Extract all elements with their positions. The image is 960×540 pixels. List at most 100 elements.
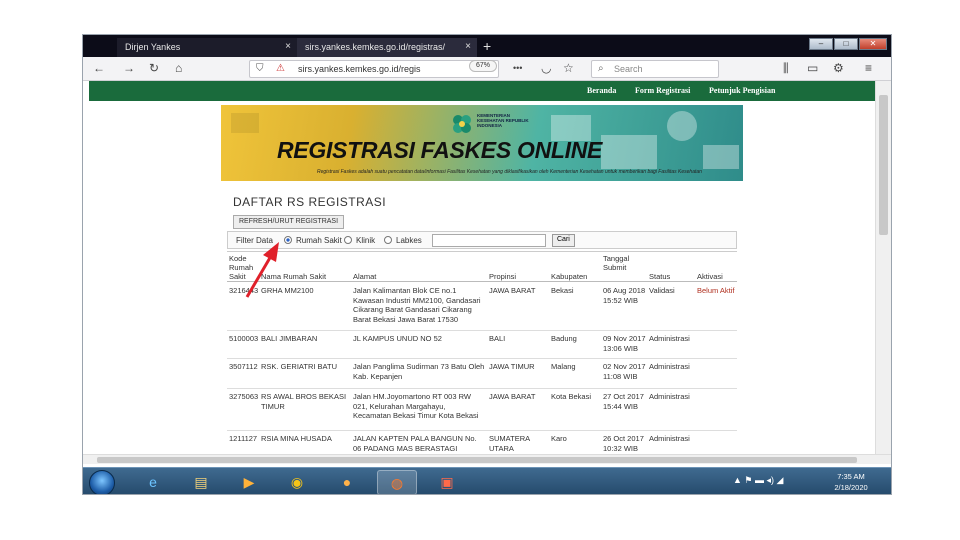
reader-icon[interactable]: ▭ [807,61,818,75]
table-row: 3216443 GRHA MM2100 Jalan Kalimantan Blok … [227,283,737,331]
table-cell-kode: 5100003 [229,334,259,343]
new-tab-button[interactable]: + [483,38,491,54]
table-cell-kode: 3275063 [229,392,259,401]
refresh-sort-button[interactable]: REFRESH/URUT REGISTRASI [233,215,345,229]
star-icon[interactable]: ☆ [563,61,574,75]
table-cell-kabupaten: Karo [551,434,567,443]
vertical-scrollbar[interactable] [875,81,891,454]
table-cell-alamat: JL KAMPUS UNUD NO 52 [353,334,442,343]
windows-start-icon[interactable] [89,470,115,494]
web-page: Beranda Form Registrasi Petunjuk Pengisi… [83,81,875,454]
nav-beranda[interactable]: Beranda [587,86,616,95]
chrome-icon[interactable]: ◉ [277,470,317,494]
horizontal-scrollbar[interactable] [83,454,891,464]
filter-search-input[interactable] [432,234,546,247]
search-placeholder: Search [614,64,643,74]
ie-icon[interactable]: e [133,470,173,494]
table-cell-propinsi: JAWA BARAT [489,286,536,295]
table-cell-tanggal: 27 Oct 2017 15:44 WIB [603,392,644,411]
table-cell-kabupaten: Badung [551,334,577,343]
url-text: sirs.yankes.kemkes.go.id/regis [298,64,421,74]
tab-dirjen-yankes[interactable]: Dirjen Yankes × [117,38,297,57]
forward-icon[interactable]: → [123,61,135,75]
menu-icon[interactable]: ≡ [865,61,872,75]
site-navigation: Beranda Form Registrasi Petunjuk Pengisi… [89,81,875,101]
table-cell-nama: RSIA MINA HUSADA [261,434,332,443]
table-cell-status: Administrasi [649,392,690,401]
vertical-scroll-thumb[interactable] [879,95,888,235]
table-cell-alamat: Jalan HM.Joyomartono RT 003 RW 021, Kelu… [353,392,479,420]
powerpoint-icon[interactable]: ▣ [427,470,467,494]
taskbar-clock[interactable]: 7:35 AM 2/18/2020 [825,471,877,493]
table-cell-alamat: Jalan Panglima Sudirman 73 Batu Oleh Kab… [353,362,485,381]
address-bar[interactable]: ⛉ ⚠ sirs.yankes.kemkes.go.id/regis [249,60,499,78]
table-cell-aktivasi [697,362,735,388]
table-row: 5100003 BALI JIMBARAN JL KAMPUS UNUD NO 52… [227,331,737,359]
column-header-aktivasi: Aktivasi [697,272,723,281]
app-icon[interactable]: ● [327,470,367,494]
reload-icon[interactable]: ↻ [149,61,159,75]
table-cell-aktivasi[interactable]: Belum Aktif [697,286,735,330]
insecure-lock-icon[interactable]: ⚠ [276,63,285,74]
hospital-table: Kode Rumah Sakit Nama Rumah Sakit Alamat… [227,251,737,454]
column-header-propinsi: Propinsi [489,272,517,281]
close-icon[interactable]: × [285,41,291,52]
column-header-kode: Kode Rumah Sakit [229,254,254,281]
table-cell-tanggal: 26 Oct 2017 10:32 WIB [603,434,644,453]
banner-subtitle: Registrasi Faskes adalah suatu pencatata… [317,169,702,175]
table-cell-aktivasi [697,392,735,430]
system-tray[interactable]: ▲ ⚑ ▬ ◂) ◢ [733,475,783,486]
radio-rumah-sakit[interactable] [284,236,292,244]
table-cell-propinsi: JAWA TIMUR [489,362,535,371]
library-icon[interactable]: ⫼ [783,61,789,76]
clock-date: 2/18/2020 [834,483,868,492]
table-header: Kode Rumah Sakit Nama Rumah Sakit Alamat… [227,252,737,282]
radio-klinik[interactable] [344,236,352,244]
firefox-icon[interactable]: ◍ [377,470,417,494]
ministry-logo-icon [453,115,471,133]
window-close-button[interactable]: ✕ [859,38,887,50]
table-row: 3275063 RS AWAL BROS BEKASI TIMUR Jalan HM… [227,389,737,431]
zoom-level[interactable]: 67% [469,60,497,72]
tab-registrasi[interactable]: sirs.yankes.kemkes.go.id/registras/ × [297,38,477,57]
radio-rumah-sakit-label: Rumah Sakit [296,236,342,245]
folder-icon[interactable]: ▤ [181,470,221,494]
table-cell-tanggal: 02 Nov 2017 11:08 WIB [603,362,646,381]
pocket-icon[interactable]: ◡ [541,61,551,75]
radio-labkes-label: Labkes [396,236,422,245]
close-icon[interactable]: × [465,41,471,52]
table-cell-kode: 3507112 [229,362,258,371]
table-cell-propinsi: BALI [489,334,506,343]
table-cell-kabupaten: Kota Bekasi [551,392,592,401]
table-cell-kode: 3216443 [229,286,259,295]
home-icon[interactable]: ⌂ [175,61,182,75]
addon-icon[interactable]: ⚙ [833,61,844,75]
table-cell-nama: BALI JIMBARAN [261,334,318,343]
table-row: 1211127 RSIA MINA HUSADA JALAN KAPTEN PALA… [227,431,737,454]
column-header-kabupaten: Kabupaten [551,272,588,281]
registration-list-panel: DAFTAR RS REGISTRASI REFRESH/URUT REGIST… [221,187,743,454]
minimize-button[interactable]: – [809,38,833,50]
page-actions-icon[interactable]: ••• [513,63,522,73]
table-cell-propinsi: SUMATERA UTARA [489,434,530,453]
search-input[interactable]: ⌕ Search [591,60,719,78]
table-cell-status: Administrasi [649,362,690,371]
back-icon[interactable]: ← [93,61,105,75]
table-row: 3507112 RSK. GERIATRI BATU Jalan Panglima … [227,359,737,389]
maximize-button[interactable]: □ [834,38,858,50]
table-cell-nama: GRHA MM2100 [261,286,314,295]
search-button[interactable]: Cari [552,234,575,247]
table-cell-alamat: JALAN KAPTEN PALA BANGUN No. 06 PADANG M… [353,434,477,454]
shield-icon[interactable]: ⛉ [256,63,264,74]
nav-petunjuk-pengisian[interactable]: Petunjuk Pengisian [709,86,775,95]
table-cell-kode: 1211127 [229,434,258,443]
table-cell-propinsi: JAWA BARAT [489,392,536,401]
column-header-alamat: Alamat [353,272,377,281]
table-cell-tanggal: 09 Nov 2017 13:06 WIB [603,334,646,353]
radio-labkes[interactable] [384,236,392,244]
nav-form-registrasi[interactable]: Form Registrasi [635,86,690,95]
table-cell-aktivasi [697,334,735,358]
navigation-toolbar: ← → ↻ ⌂ ⛉ ⚠ sirs.yankes.kemkes.go.id/reg… [83,57,891,81]
media-icon[interactable]: ▶ [229,470,269,494]
horizontal-scroll-thumb[interactable] [97,457,857,463]
